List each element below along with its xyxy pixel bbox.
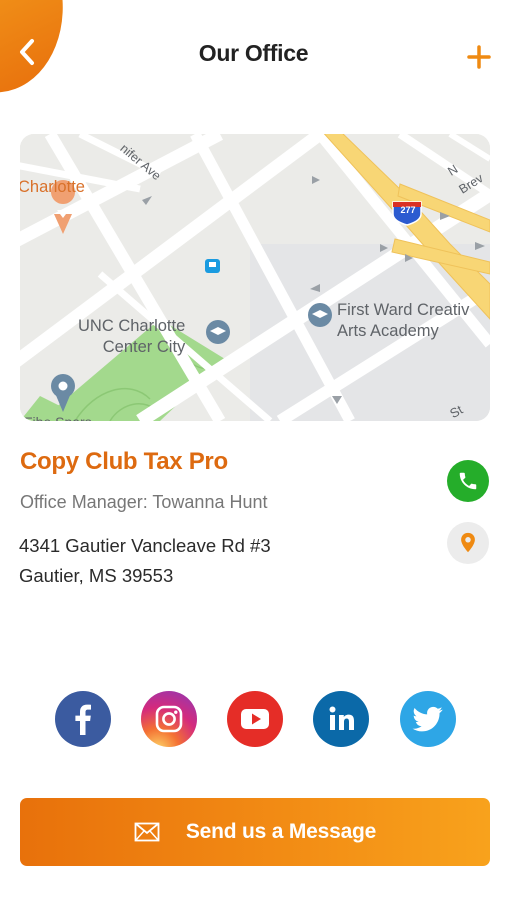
plus-icon xyxy=(467,45,491,69)
office-manager: Office Manager: Towanna Hunt xyxy=(20,492,268,512)
instagram-icon xyxy=(155,705,183,733)
twitter-icon xyxy=(412,706,443,732)
twitter-button[interactable] xyxy=(400,691,456,747)
map-label-university: UNC Charlotte Center City xyxy=(78,317,186,356)
map-pin-icon xyxy=(461,532,475,553)
map-label-cutoff: Fibe Spars xyxy=(24,412,92,421)
youtube-icon xyxy=(241,709,269,729)
send-message-button[interactable]: Send us a Message xyxy=(20,798,490,866)
address-line-2: Gautier, MS 39553 xyxy=(19,565,174,586)
office-address: 4341 Gautier Vancleave Rd #3 Gautier, MS… xyxy=(19,531,271,591)
map-tiles xyxy=(20,134,490,421)
address-line-1: 4341 Gautier Vancleave Rd #3 xyxy=(19,535,271,556)
linkedin-button[interactable] xyxy=(313,691,369,747)
academy-pin-icon xyxy=(308,303,332,327)
add-button[interactable] xyxy=(464,42,494,72)
map-label-city: Charlotte xyxy=(20,178,85,196)
phone-icon xyxy=(459,472,477,490)
envelope-icon xyxy=(134,822,160,842)
call-button[interactable] xyxy=(447,460,489,502)
office-map[interactable]: Charlotte nifer Ave N Brev St 277 UNC Ch… xyxy=(20,134,490,421)
facebook-button[interactable] xyxy=(55,691,111,747)
map-label-highway: 277 xyxy=(400,205,416,215)
map-label-academy: First Ward Creativ Arts Academy xyxy=(337,301,470,340)
page-title: Our Office xyxy=(198,40,309,66)
send-message-label: Send us a Message xyxy=(185,820,377,843)
office-name: Copy Club Tax Pro xyxy=(20,448,228,475)
university-pin-icon xyxy=(206,320,230,344)
linkedin-icon xyxy=(329,706,354,730)
instagram-button[interactable] xyxy=(141,691,197,747)
facebook-icon xyxy=(75,704,91,735)
transit-icon xyxy=(205,259,220,273)
directions-button[interactable] xyxy=(447,522,489,564)
youtube-button[interactable] xyxy=(227,691,283,747)
app-header: Our Office xyxy=(0,0,507,110)
